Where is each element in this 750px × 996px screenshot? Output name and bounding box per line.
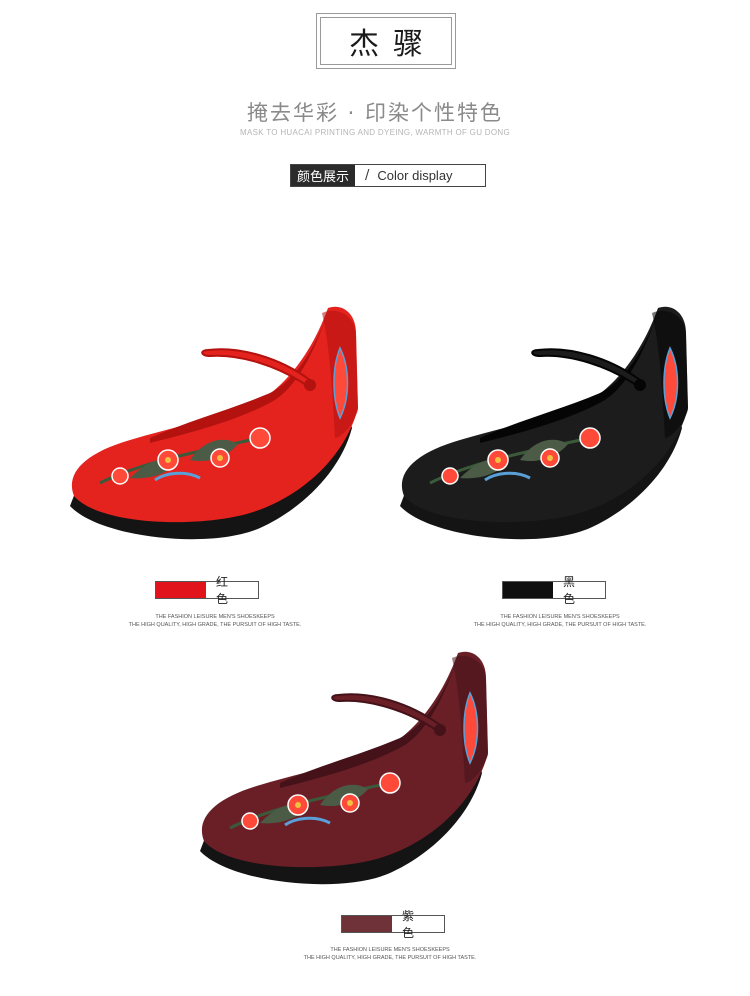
tagline-line-1: THE FASHION LEISURE MEN'S SHOESKEEPS — [155, 614, 275, 620]
section-title-zh: 颜色展示 — [291, 165, 356, 186]
product-image-black-shoe[interactable] — [390, 288, 690, 558]
swatch-color-chip — [503, 582, 553, 598]
shoe-button — [304, 379, 316, 391]
product-image-red-shoe[interactable] — [60, 288, 360, 558]
swatch-color-label: 红 色 — [206, 575, 258, 606]
color-swatch-red[interactable]: 红 色 — [155, 575, 259, 606]
product-tagline: THE FASHION LEISURE MEN'S SHOESKEEPS THE… — [115, 613, 315, 629]
product-image-purple-shoe[interactable] — [190, 633, 490, 903]
product-tagline: THE FASHION LEISURE MEN'S SHOESKEEPS THE… — [460, 613, 660, 629]
brand-title-box: 杰骤 — [316, 13, 456, 69]
brand-title: 杰骤 — [349, 27, 437, 62]
tagline-line-2: THE HIGH QUALITY, HIGH GRADE, THE PURSUI… — [128, 622, 302, 628]
tagline-line-2: THE HIGH QUALITY, HIGH GRADE, THE PURSUI… — [303, 955, 477, 961]
swatch-color-label: 紫 色 — [392, 909, 444, 940]
section-header-color-display: 颜色展示 / Color display — [290, 164, 486, 187]
shoe-button — [634, 379, 646, 391]
product-tagline: THE FASHION LEISURE MEN'S SHOESKEEPS THE… — [290, 946, 490, 962]
swatch-color-label: 黑 色 — [553, 575, 605, 606]
slogan-subtitle: MASK TO HUACAI PRINTING AND DYEING, WARM… — [240, 128, 510, 137]
section-title-en: Color display — [377, 168, 453, 183]
section-separator: / — [365, 168, 370, 183]
tagline-line-1: THE FASHION LEISURE MEN'S SHOESKEEPS — [500, 614, 620, 620]
slogan-heading: 掩去华彩 · 印染个性特色 — [246, 101, 504, 125]
swatch-color-chip — [342, 916, 392, 932]
swatch-color-chip — [156, 582, 206, 598]
color-swatch-purple[interactable]: 紫 色 — [341, 909, 445, 940]
tagline-line-1: THE FASHION LEISURE MEN'S SHOESKEEPS — [330, 947, 450, 953]
color-swatch-black[interactable]: 黑 色 — [502, 575, 606, 606]
tagline-line-2: THE HIGH QUALITY, HIGH GRADE, THE PURSUI… — [473, 622, 647, 628]
shoe-button — [434, 724, 446, 736]
